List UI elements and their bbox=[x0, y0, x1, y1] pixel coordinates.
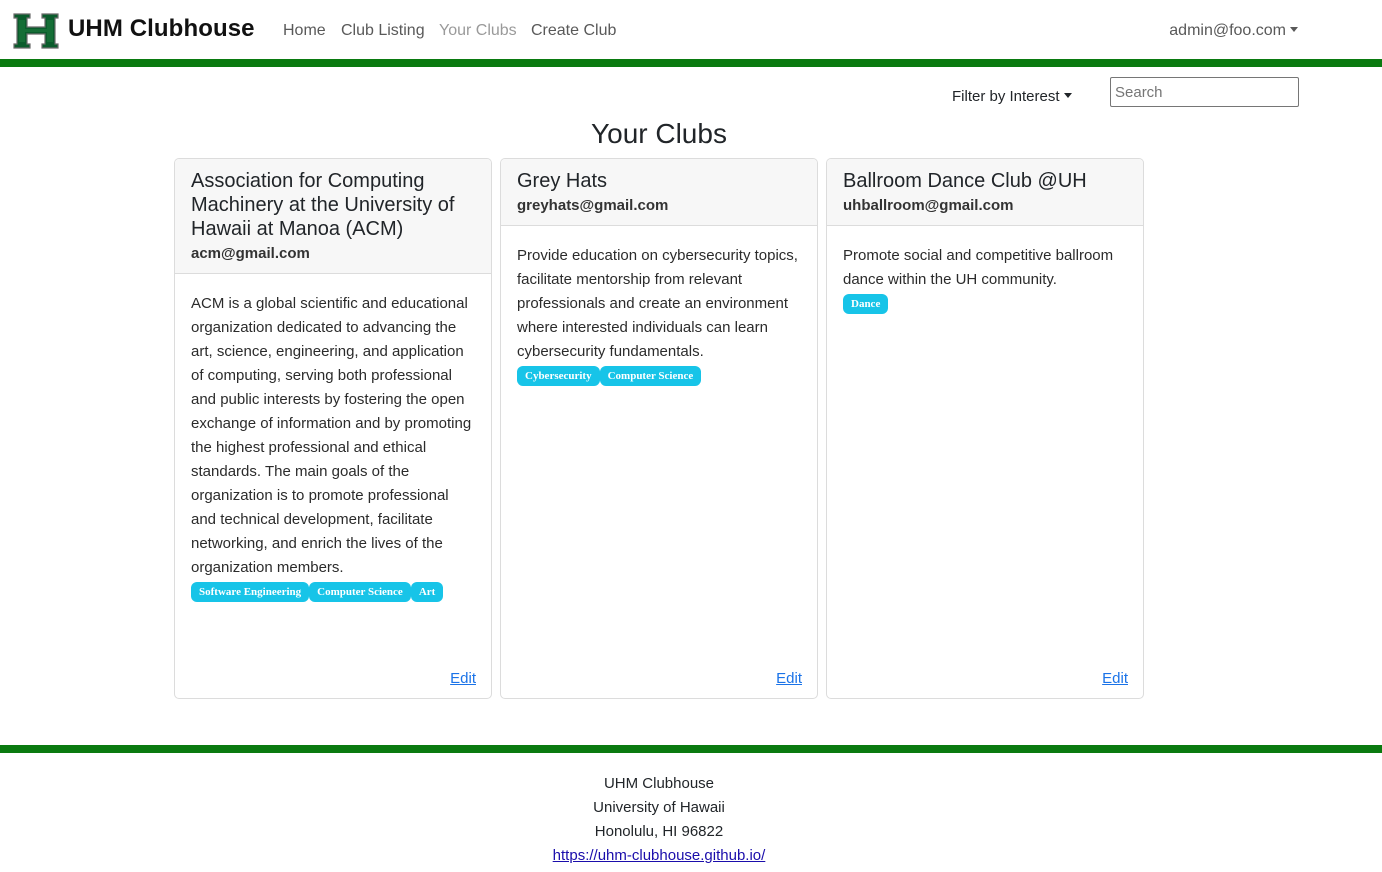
club-email: greyhats@gmail.com bbox=[517, 197, 669, 214]
interest-tags: Dance bbox=[843, 294, 1127, 314]
club-card: Grey Hats greyhats@gmail.com Provide edu… bbox=[500, 158, 818, 699]
brand-title[interactable]: UHM Clubhouse bbox=[68, 15, 255, 43]
card-body: ACM is a global scientific and education… bbox=[175, 274, 491, 602]
nav-home[interactable]: Home bbox=[283, 22, 326, 40]
page-title: Your Clubs bbox=[591, 118, 727, 149]
interest-tag: Computer Science bbox=[309, 582, 411, 602]
header-divider bbox=[0, 59, 1382, 67]
footer: UHM Clubhouse University of Hawaii Honol… bbox=[0, 772, 1318, 868]
club-name: Ballroom Dance Club @UH bbox=[843, 170, 1087, 192]
search-input[interactable] bbox=[1110, 77, 1299, 107]
footer-link[interactable]: https://uhm-clubhouse.github.io/ bbox=[553, 847, 766, 864]
interest-tag: Software Engineering bbox=[191, 582, 310, 602]
card-header: Association for Computing Machinery at t… bbox=[175, 159, 491, 274]
interest-tag: Art bbox=[410, 582, 444, 602]
interest-tag: Dance bbox=[843, 294, 889, 314]
uh-h-logo-icon[interactable] bbox=[12, 12, 60, 50]
club-description: ACM is a global scientific and education… bbox=[191, 295, 472, 576]
user-email: admin@foo.com bbox=[1169, 22, 1286, 39]
chevron-down-icon bbox=[1290, 27, 1298, 32]
nav-your-clubs[interactable]: Your Clubs bbox=[439, 22, 517, 40]
user-menu-dropdown[interactable]: admin@foo.com bbox=[1169, 22, 1298, 40]
interest-tag: Cybersecurity bbox=[517, 366, 600, 386]
club-card: Association for Computing Machinery at t… bbox=[174, 158, 492, 699]
club-card: Ballroom Dance Club @UH uhballroom@gmail… bbox=[826, 158, 1144, 699]
filter-interest-dropdown[interactable]: Filter by Interest bbox=[952, 88, 1072, 105]
navbar: UHM Clubhouse Home Club Listing Your Clu… bbox=[0, 0, 1382, 59]
edit-link[interactable]: Edit bbox=[776, 670, 802, 687]
nav-create-club[interactable]: Create Club bbox=[531, 22, 616, 40]
club-name: Association for Computing Machinery at t… bbox=[191, 170, 455, 240]
card-header: Grey Hats greyhats@gmail.com bbox=[501, 159, 817, 226]
club-email: acm@gmail.com bbox=[191, 245, 310, 262]
interest-tags: Cybersecurity Computer Science bbox=[517, 366, 801, 386]
chevron-down-icon bbox=[1063, 93, 1072, 98]
nav-club-listing[interactable]: Club Listing bbox=[341, 22, 425, 40]
interest-tags: Software Engineering Computer Science Ar… bbox=[191, 582, 475, 602]
card-body: Provide education on cybersecurity topic… bbox=[501, 226, 817, 386]
edit-link[interactable]: Edit bbox=[1102, 670, 1128, 687]
edit-link[interactable]: Edit bbox=[450, 670, 476, 687]
club-description: Provide education on cybersecurity topic… bbox=[517, 247, 798, 360]
card-header: Ballroom Dance Club @UH uhballroom@gmail… bbox=[827, 159, 1143, 226]
footer-university: University of Hawaii bbox=[593, 799, 725, 816]
footer-address: Honolulu, HI 96822 bbox=[594, 823, 724, 840]
interest-tag: Computer Science bbox=[599, 366, 702, 386]
card-body: Promote social and competitive ballroom … bbox=[827, 226, 1143, 314]
club-name: Grey Hats bbox=[517, 170, 608, 192]
footer-site-name: UHM Clubhouse bbox=[603, 775, 715, 792]
club-description: Promote social and competitive ballroom … bbox=[843, 247, 1114, 288]
filter-label: Filter by Interest bbox=[952, 88, 1060, 105]
footer-divider bbox=[0, 745, 1382, 753]
club-email: uhballroom@gmail.com bbox=[843, 197, 1014, 214]
